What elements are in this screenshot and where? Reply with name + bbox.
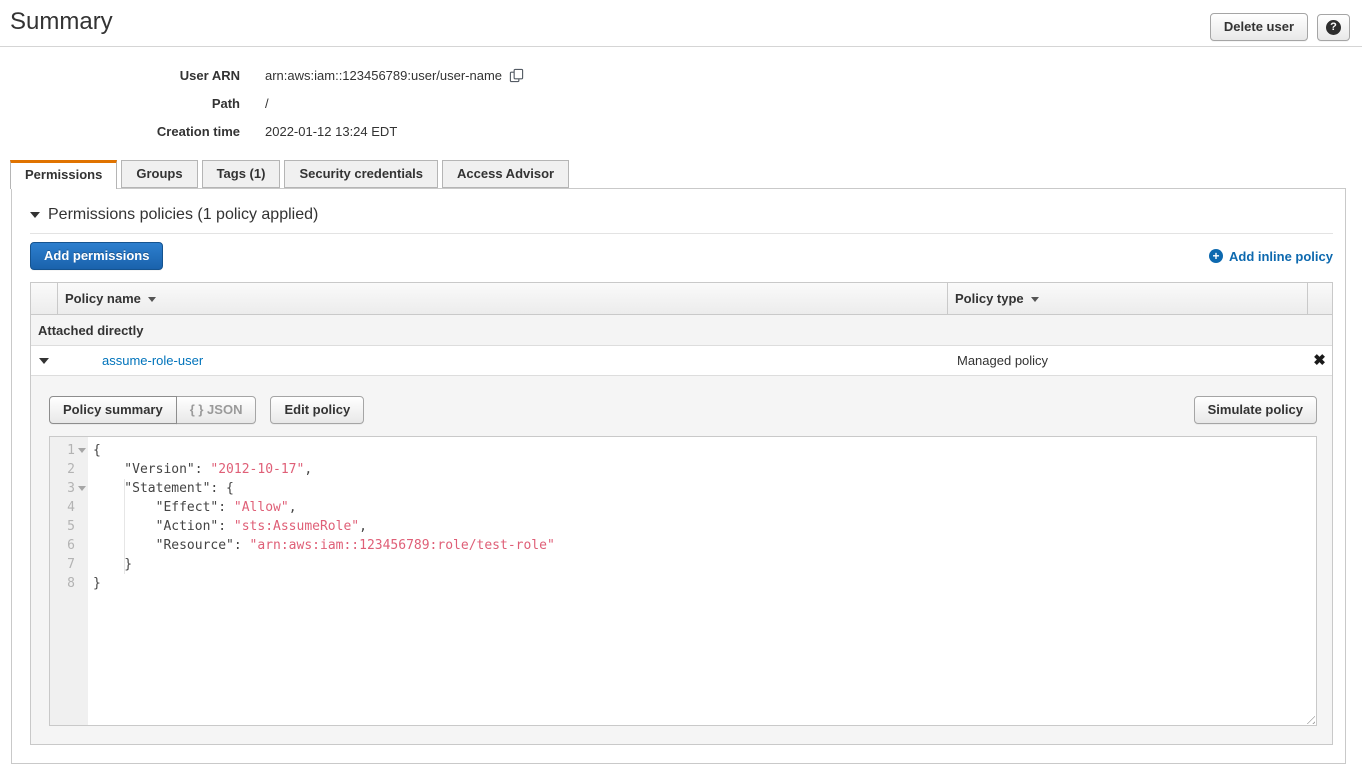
path-row: Path / [0,89,1362,117]
creation-time-value: 2022-01-12 13:24 EDT [265,124,397,139]
permissions-tab-panel: Permissions policies (1 policy applied) … [11,188,1346,764]
editor-code-line: "Statement": { [93,479,1316,498]
editor-line-number: 1 [50,441,88,460]
attached-directly-group-row: Attached directly [31,315,1332,346]
policy-name-column-label: Policy name [65,291,141,306]
editor-line-number: 3 [50,479,88,498]
user-arn-value-wrap: arn:aws:iam::123456789:user/user-name [265,67,524,83]
delete-user-button[interactable]: Delete user [1210,13,1308,41]
editor-code-line: "Version": "2012-10-17", [93,460,1316,479]
add-inline-policy-link[interactable]: + Add inline policy [1209,249,1333,264]
section-collapse-caret-icon [30,212,40,218]
path-value: / [265,96,269,111]
add-inline-policy-label: Add inline policy [1229,249,1333,264]
help-button[interactable]: ? [1317,14,1350,41]
editor-code-line: "Effect": "Allow", [93,498,1316,517]
editor-code-line: } [93,574,1316,593]
tab-bar: Permissions Groups Tags (1) Security cre… [0,160,1362,188]
path-label: Path [0,96,240,111]
user-arn-value: arn:aws:iam::123456789:user/user-name [265,68,502,83]
tab-security-credentials[interactable]: Security credentials [284,160,438,188]
sort-arrow-icon [1031,297,1039,302]
tab-access-advisor[interactable]: Access Advisor [442,160,569,188]
editor-line-number: 8 [50,574,88,593]
policies-table-header: Policy name Policy type [31,283,1332,315]
simulate-policy-button[interactable]: Simulate policy [1194,396,1317,424]
row-expander-toggle[interactable] [31,358,57,364]
header-action-column [1307,283,1332,314]
creation-time-label: Creation time [0,124,240,139]
policy-detail-expanded-area: Policy summary { } JSON Edit policy Simu… [31,376,1332,744]
permissions-policies-section-toggle[interactable]: Permissions policies (1 policy applied) [30,205,1333,225]
policy-type-column-header[interactable]: Policy type [947,283,1307,314]
user-arn-label: User ARN [0,68,240,83]
policy-action-cell: ✖ [1307,353,1332,368]
policy-actions-row: Add permissions + Add inline policy [30,242,1333,270]
editor-gutter: 12345678 [50,437,88,725]
editor-code-line: "Resource": "arn:aws:iam::123456789:role… [93,536,1316,555]
policy-name-link[interactable]: assume-role-user [102,353,203,368]
policy-summary-button[interactable]: Policy summary [49,396,177,424]
fold-arrow-icon[interactable] [78,486,86,491]
page-title: Summary [10,8,113,36]
section-divider [30,233,1333,234]
page-header: Summary Delete user ? [0,0,1362,47]
editor-line-number: 2 [50,460,88,479]
editor-code-line: } [93,555,1316,574]
tab-groups[interactable]: Groups [121,160,197,188]
header-expander-column [31,283,57,314]
json-button[interactable]: { } JSON [176,396,257,424]
editor-line-number: 7 [50,555,88,574]
indent-guide [124,479,125,574]
remove-policy-icon[interactable]: ✖ [1313,353,1326,368]
add-permissions-button[interactable]: Add permissions [30,242,163,270]
editor-code-line: { [93,441,1316,460]
fold-arrow-icon[interactable] [78,448,86,453]
tab-tags[interactable]: Tags (1) [202,160,281,188]
json-policy-editor[interactable]: 12345678 { "Version": "2012-10-17", "Sta… [49,436,1317,726]
policy-type-column-label: Policy type [955,291,1024,306]
sort-arrow-icon [148,297,156,302]
permissions-policies-title: Permissions policies (1 policy applied) [48,206,318,224]
edit-policy-button[interactable]: Edit policy [270,396,364,424]
policy-detail-buttons: Policy summary { } JSON Edit policy Simu… [49,396,1317,424]
editor-code-line: "Action": "sts:AssumeRole", [93,517,1316,536]
copy-icon[interactable] [509,68,524,83]
table-row: assume-role-user Managed policy ✖ [31,346,1332,376]
policy-name-cell: assume-role-user [57,353,947,368]
chevron-down-icon [39,358,49,364]
help-icon: ? [1326,20,1341,35]
policies-table: Policy name Policy type Attached directl… [30,282,1333,745]
policy-type-cell: Managed policy [947,353,1307,368]
user-arn-row: User ARN arn:aws:iam::123456789:user/use… [0,61,1362,89]
header-actions: Delete user ? [1210,13,1350,41]
policy-name-column-header[interactable]: Policy name [57,283,947,314]
editor-code[interactable]: { "Version": "2012-10-17", "Statement": … [88,437,1316,725]
editor-line-number: 6 [50,536,88,555]
attached-directly-label: Attached directly [38,323,143,338]
user-info-section: User ARN arn:aws:iam::123456789:user/use… [0,61,1362,145]
editor-line-number: 4 [50,498,88,517]
creation-time-row: Creation time 2022-01-12 13:24 EDT [0,117,1362,145]
editor-line-number: 5 [50,517,88,536]
tab-permissions[interactable]: Permissions [10,160,117,189]
plus-circle-icon: + [1209,249,1223,263]
